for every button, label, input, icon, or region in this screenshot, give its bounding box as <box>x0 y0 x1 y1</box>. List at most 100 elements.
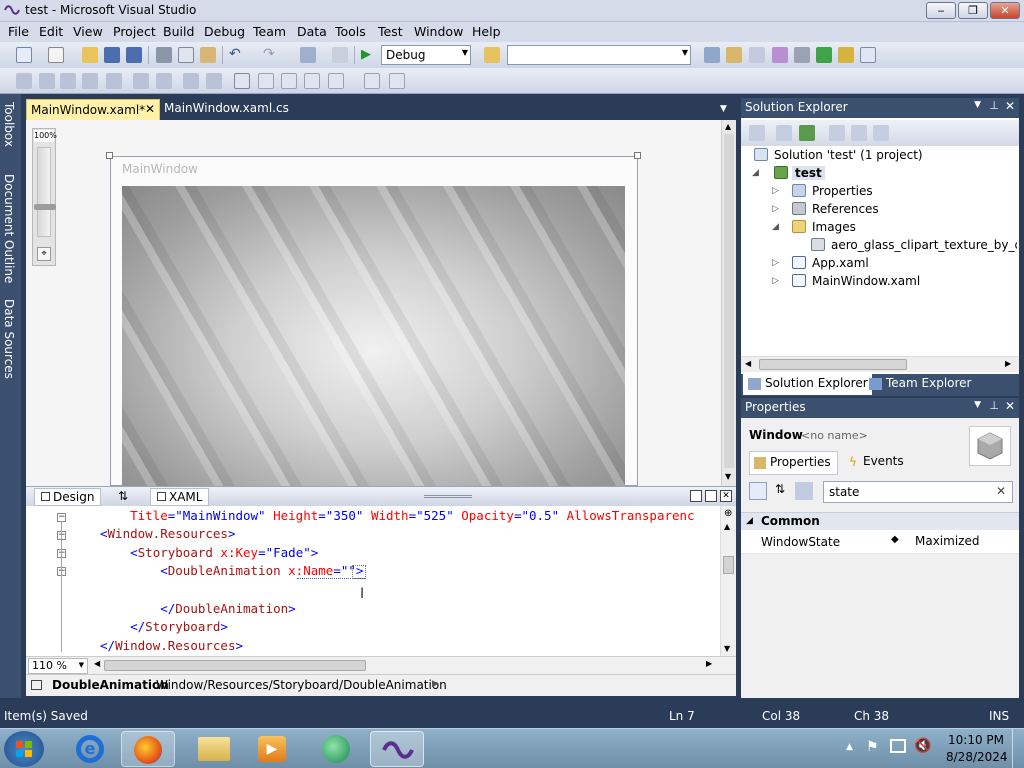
close-pane-icon[interactable]: ✕ <box>1005 99 1015 113</box>
close-button[interactable]: ✕ <box>990 2 1020 19</box>
breadcrumb-element[interactable]: DoubleAnimation <box>52 678 169 692</box>
clear-search-icon[interactable]: ✕ <box>996 484 1006 498</box>
code-vertical-scrollbar[interactable]: ⊕ ▲ ▼ <box>720 506 736 656</box>
close-tab-icon[interactable]: ✕ <box>145 102 155 116</box>
menu-window[interactable]: Window <box>414 24 463 39</box>
complete-word-icon[interactable] <box>82 73 98 89</box>
menu-view[interactable]: View <box>73 24 103 39</box>
document-outline-tab[interactable]: Document Outline <box>2 174 16 283</box>
zoom-track[interactable] <box>37 147 51 237</box>
data-sources-tab[interactable]: Data Sources <box>2 299 16 379</box>
glass-texture-image[interactable] <box>122 186 625 486</box>
tab-list-dropdown-icon[interactable]: ▼ <box>720 104 727 114</box>
vertical-split-icon[interactable] <box>690 490 702 502</box>
menu-build[interactable]: Build <box>163 24 194 39</box>
code-line[interactable]: <DoubleAnimation x:Name=""> <box>100 563 363 578</box>
scroll-down-icon[interactable]: ▼ <box>725 472 731 481</box>
resize-handle[interactable] <box>634 152 641 159</box>
close-pane-icon[interactable]: ✕ <box>1005 399 1015 413</box>
property-search-input[interactable]: state ✕ <box>823 481 1013 503</box>
solution-explorer-icon[interactable] <box>704 47 720 63</box>
category-header[interactable]: ◢ Common <box>741 512 1019 530</box>
horizontal-scroll-thumb[interactable] <box>759 359 907 370</box>
save-icon[interactable] <box>104 47 120 63</box>
firefox-button[interactable] <box>121 731 175 767</box>
horizontal-split-icon[interactable] <box>705 490 717 502</box>
menu-help[interactable]: Help <box>472 24 501 39</box>
tab-team-explorer[interactable]: Team Explorer <box>865 374 976 395</box>
toolbox-icon[interactable] <box>772 47 788 63</box>
cut-icon[interactable] <box>156 47 172 63</box>
breadcrumb-path[interactable]: Window/Resources/Storyboard/DoubleAnimat… <box>156 678 447 692</box>
zoom-slider[interactable]: 100% ⌖ <box>32 128 57 266</box>
tab-solution-explorer[interactable]: Solution Explorer <box>743 374 872 395</box>
solution-explorer-hscrollbar[interactable]: ◀ ▶ <box>741 356 1019 372</box>
window-position-icon[interactable]: ▼ <box>974 400 981 410</box>
word-wrap-icon[interactable] <box>206 73 222 89</box>
designer-vertical-scrollbar[interactable]: ▲ ▼ <box>721 120 736 486</box>
media-player-button[interactable]: ▶ <box>246 731 300 767</box>
tree-item-images-folder[interactable]: Images <box>812 220 856 234</box>
menu-data[interactable]: Data <box>297 24 327 39</box>
clear-bookmarks-icon[interactable] <box>364 73 380 89</box>
next-bookmark-folder-icon[interactable] <box>328 73 344 89</box>
collapsed-arrow-icon[interactable]: ▷ <box>772 186 779 196</box>
find-icon[interactable] <box>389 73 405 89</box>
tab-mainwindow-xaml[interactable]: MainWindow.xaml* ✕ <box>26 99 160 120</box>
split-window-icon[interactable]: ⊕ <box>724 508 732 519</box>
toolbox-tab[interactable]: Toolbox <box>2 102 16 147</box>
undo-icon[interactable]: ↶ <box>229 47 245 63</box>
start-page-icon[interactable] <box>816 47 832 63</box>
file-explorer-button[interactable] <box>188 731 242 767</box>
extension-manager-icon[interactable] <box>794 47 810 63</box>
minimize-button[interactable]: ‒ <box>926 2 956 19</box>
redo-icon[interactable]: ↷ <box>263 47 279 63</box>
xaml-code-editor[interactable]: Title="MainWindow" Height="350" Width="5… <box>26 506 736 656</box>
properties-window-icon[interactable] <box>726 47 742 63</box>
code-line[interactable]: </Storyboard> <box>100 619 228 634</box>
alphabetical-sort-icon[interactable]: ⇅ <box>771 482 789 500</box>
scroll-thumb[interactable] <box>723 556 734 574</box>
events-tab[interactable]: ϟ Events <box>845 451 908 475</box>
design-tab[interactable]: Design <box>34 488 102 506</box>
show-hidden-icons-icon[interactable]: ▲ <box>846 742 853 752</box>
property-marker-icon[interactable]: ◆ <box>891 534 899 545</box>
collapse-pane-icon[interactable]: ✕ <box>720 490 732 502</box>
collapsed-arrow-icon[interactable]: ▷ <box>772 276 779 286</box>
open-file-icon[interactable] <box>82 47 98 63</box>
copy-icon[interactable] <box>178 47 194 63</box>
restore-button[interactable]: ❐ <box>958 2 988 19</box>
zoom-level-select[interactable]: 110 % ▼ <box>28 658 88 674</box>
code-line[interactable]: </DoubleAnimation> <box>100 601 295 616</box>
scroll-up-icon[interactable]: ▲ <box>725 122 731 131</box>
show-all-files-icon[interactable] <box>776 125 792 141</box>
scroll-up-icon[interactable]: ▲ <box>724 522 730 531</box>
expanded-arrow-icon[interactable]: ◢ <box>772 222 779 232</box>
visual-studio-taskbar-button[interactable] <box>370 731 424 767</box>
volume-muted-icon[interactable]: 🔇 <box>914 738 931 754</box>
property-value[interactable]: Maximized <box>915 534 979 548</box>
menu-project[interactable]: Project <box>113 24 156 39</box>
clock-date[interactable]: 8/28/2024 <box>946 750 1008 764</box>
tree-item-image-file[interactable]: aero_glass_clipart_texture_by_diamo <box>831 238 1017 252</box>
swap-panes-icon[interactable]: ⇅ <box>118 489 128 503</box>
team-explorer-icon[interactable] <box>838 47 854 63</box>
fit-to-window-icon[interactable]: ⌖ <box>37 247 51 261</box>
refresh-icon[interactable] <box>799 125 815 141</box>
code-line[interactable]: <Window.Resources> <box>100 526 235 541</box>
auto-hide-pin-icon[interactable]: ⊥ <box>989 399 999 412</box>
tab-mainwindow-xaml-cs[interactable]: MainWindow.xaml.cs <box>164 101 289 115</box>
display-parameter-info-icon[interactable] <box>39 73 55 89</box>
new-project-icon[interactable] <box>16 47 32 63</box>
messenger-button[interactable] <box>310 731 364 767</box>
clock-time[interactable]: 10:10 PM <box>948 733 1004 747</box>
view-designer-icon[interactable] <box>851 125 867 141</box>
display-object-member-list-icon[interactable] <box>16 73 32 89</box>
collapse-outline-icon[interactable]: − <box>57 513 66 522</box>
resize-handle[interactable] <box>106 152 113 159</box>
action-center-flag-icon[interactable]: ⚑ <box>866 739 879 755</box>
properties-tab[interactable]: Properties <box>749 451 838 475</box>
output-window-icon[interactable] <box>860 47 876 63</box>
uncomment-lines-icon[interactable] <box>183 73 199 89</box>
quick-info-icon[interactable] <box>60 73 76 89</box>
